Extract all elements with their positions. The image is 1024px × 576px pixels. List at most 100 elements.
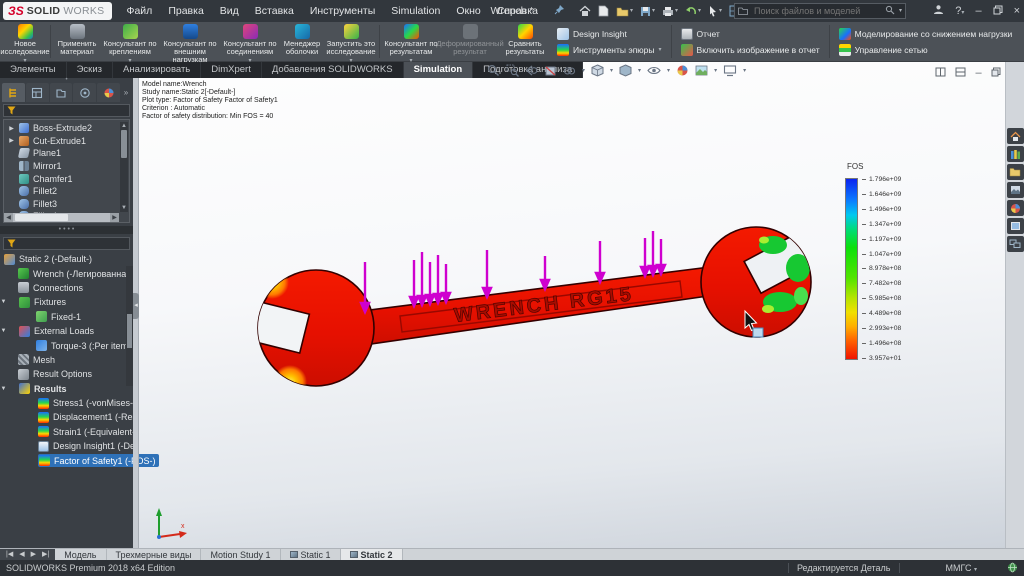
menu-item[interactable]: Вставка <box>247 0 302 22</box>
tab-simulation[interactable]: Simulation <box>404 62 474 78</box>
apply-scene-icon[interactable] <box>695 64 708 77</box>
feature-tree-horizontal-scrollbar[interactable]: ◀▶ <box>4 213 119 222</box>
scroll-left-icon[interactable]: ◀ <box>17 551 26 558</box>
external-loads-advisor-button[interactable]: Консультант по внешним нагрузкам▾ <box>159 22 221 61</box>
feature-tree-filter[interactable] <box>3 104 130 117</box>
study-result-options[interactable]: Result Options <box>0 367 133 381</box>
tab-model[interactable]: Модель <box>55 549 106 560</box>
tree-item[interactable]: Plane1 <box>4 147 129 160</box>
menu-item[interactable]: Справка <box>489 0 546 22</box>
scroll-first-icon[interactable]: |◀ <box>4 551 15 558</box>
print-icon[interactable]: ▾ <box>662 6 678 17</box>
tab-scroll-buttons[interactable]: |◀ ◀ ▶ ▶| <box>0 549 55 560</box>
study-design-insight-plot[interactable]: Design Insight1 (-Design Insight-) <box>0 439 133 453</box>
display-style-icon[interactable] <box>619 64 632 77</box>
tab-static-1[interactable]: Static 1 <box>281 549 341 560</box>
scroll-right-icon[interactable]: ▶ <box>29 551 38 558</box>
tree-item[interactable]: Fillet3 <box>4 198 129 211</box>
property-manager-tab[interactable] <box>26 83 49 102</box>
tab-sketch[interactable]: Эскиз <box>67 62 113 78</box>
minimize-button[interactable]: – <box>975 6 981 17</box>
tab-motion-study-1[interactable]: Motion Study 1 <box>201 549 280 560</box>
study-part[interactable]: Wrench (-Легированная сталь-) <box>0 266 133 280</box>
document-restore-icon[interactable] <box>991 64 1001 82</box>
design-library-icon[interactable] <box>1007 146 1024 162</box>
custom-properties-icon[interactable] <box>1007 218 1024 234</box>
study-tree-filter[interactable] <box>3 237 130 250</box>
study-torque[interactable]: Torque-3 (:Per item: -1 N.m:) <box>0 338 133 352</box>
split-pane-horizontal-icon[interactable] <box>955 64 966 82</box>
user-account-icon[interactable] <box>933 2 944 20</box>
study-displacement-plot[interactable]: Displacement1 (-Res disp-) <box>0 410 133 424</box>
search-input[interactable] <box>752 5 881 17</box>
plot-tools-button[interactable]: Инструменты эпюры ▾ <box>557 44 662 56</box>
report-button[interactable]: Отчет <box>681 28 820 40</box>
tree-item[interactable]: Mirror1 <box>4 160 129 173</box>
menu-item[interactable]: Simulation <box>383 0 448 22</box>
study-root[interactable]: Static 2 (-Default-) <box>0 252 133 266</box>
study-external-loads[interactable]: ▼External Loads <box>0 324 133 338</box>
zoom-area-icon[interactable] <box>506 64 519 77</box>
study-fos-plot[interactable]: Factor of Safety1 (-FOS-) <box>0 453 133 467</box>
menu-item[interactable]: Инструменты <box>302 0 383 22</box>
document-minimize-icon[interactable]: – <box>975 68 981 79</box>
tree-item[interactable]: ▶Cut-Extrude1 <box>4 135 129 148</box>
connections-advisor-button[interactable]: Консультант по соединениям▾ <box>221 22 279 61</box>
tag-globe-icon[interactable] <box>1007 562 1018 575</box>
split-pane-icon[interactable] <box>935 64 946 82</box>
run-study-button[interactable]: Запустить это исследование▾ <box>325 22 377 61</box>
appearance-filter-icon[interactable] <box>563 64 576 77</box>
collapse-panel-icon[interactable]: ◂ <box>133 293 139 319</box>
fixtures-advisor-button[interactable]: Консультант по креплениям▾ <box>101 22 159 61</box>
study-connections[interactable]: Connections <box>0 281 133 295</box>
tab-static-2[interactable]: Static 2 <box>341 549 403 560</box>
study-fixed[interactable]: Fixed-1 <box>0 310 133 324</box>
home-icon[interactable] <box>579 5 591 17</box>
menu-item[interactable]: Файл <box>118 0 160 22</box>
close-button[interactable]: × <box>1014 6 1020 17</box>
tab-3d-views[interactable]: Трехмерные виды <box>107 549 202 560</box>
view-orientation-icon[interactable] <box>591 64 604 77</box>
resources-home-icon[interactable] <box>1007 128 1024 144</box>
study-mesh[interactable]: Mesh <box>0 353 133 367</box>
view-palette-icon[interactable] <box>1007 182 1024 198</box>
displays-icon[interactable] <box>1007 236 1024 252</box>
include-image-in-report-button[interactable]: Включить изображение в отчет <box>681 44 820 56</box>
configuration-manager-tab[interactable] <box>50 83 73 102</box>
feature-tree-vertical-scrollbar[interactable]: ▲▼ <box>120 122 128 212</box>
previous-view-icon[interactable] <box>525 64 538 77</box>
study-strain-plot[interactable]: Strain1 (-Equivalent-) <box>0 425 133 439</box>
restore-button[interactable] <box>993 2 1003 20</box>
tab-dimxpert[interactable]: DimXpert <box>201 62 262 78</box>
study-fixtures[interactable]: ▼Fixtures <box>0 295 133 309</box>
manage-network-button[interactable]: Управление сетью <box>839 44 1013 56</box>
help-button[interactable]: ?▾ <box>955 6 964 17</box>
design-insight-button[interactable]: Design Insight <box>557 28 662 40</box>
menu-item[interactable]: Правка <box>160 0 211 22</box>
pin-icon[interactable] <box>554 2 565 20</box>
apply-material-button[interactable]: Применить материал <box>53 22 101 61</box>
display-manager-tab[interactable] <box>97 83 120 102</box>
tree-item[interactable]: ▶Boss-Extrude2 <box>4 122 129 135</box>
tree-item[interactable]: Fillet2 <box>4 185 129 198</box>
panel-splitter-handle[interactable]: • • • • <box>0 226 133 234</box>
new-document-icon[interactable] <box>598 5 609 17</box>
offloaded-simulation-button[interactable]: Моделирование со снижением нагрузки <box>839 28 1013 40</box>
scroll-last-icon[interactable]: ▶| <box>40 551 51 558</box>
tab-evaluate[interactable]: Анализировать <box>113 62 201 78</box>
view-settings-icon[interactable] <box>723 65 737 77</box>
open-folder-icon[interactable]: ▾ <box>616 6 633 17</box>
tree-item[interactable]: Chamfer1 <box>4 172 129 185</box>
compare-results-button[interactable]: Сравнить результаты <box>500 22 550 61</box>
new-study-button[interactable]: Новое исследование ▾ <box>2 22 48 61</box>
zoom-fit-icon[interactable] <box>487 64 500 77</box>
feature-tree-tab[interactable] <box>2 83 25 102</box>
panel-splitter[interactable]: ◂ <box>133 78 139 548</box>
study-stress-plot[interactable]: Stress1 (-vonMises-) <box>0 396 133 410</box>
tab-solidworks-addins[interactable]: Добавления SOLIDWORKS <box>262 62 404 78</box>
menu-item[interactable]: Окно <box>448 0 488 22</box>
dimxpert-manager-tab[interactable] <box>73 83 96 102</box>
menu-item[interactable]: Вид <box>212 0 247 22</box>
save-icon[interactable]: ▾ <box>640 6 655 17</box>
panel-tabs-overflow-icon[interactable]: » <box>121 83 131 102</box>
